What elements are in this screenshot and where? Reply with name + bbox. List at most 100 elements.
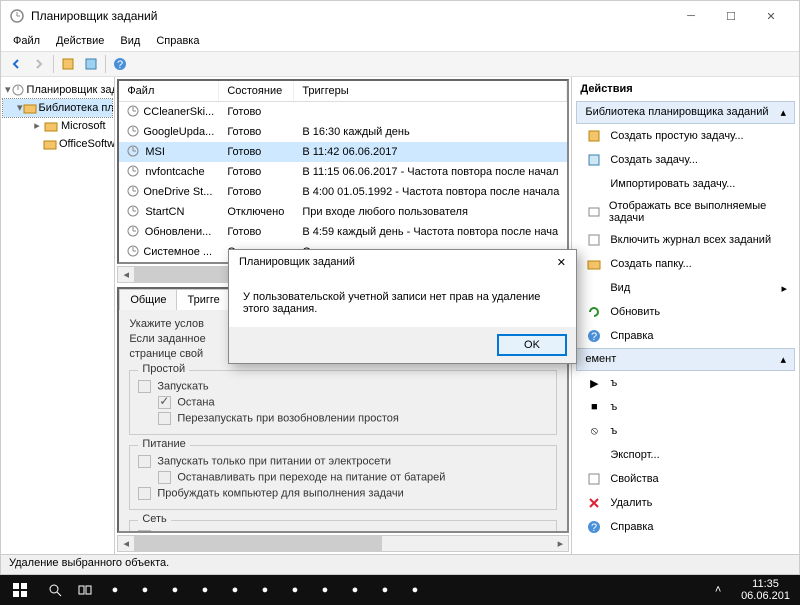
task-icon (586, 152, 602, 168)
checkbox[interactable] (138, 455, 151, 468)
task-list: Файл Состояние Триггеры CCleanerSki...Го… (117, 79, 569, 264)
clock[interactable]: 11:35 06.06.201 (733, 578, 798, 602)
ok-button[interactable]: OK (498, 335, 566, 355)
toolbar-help-icon[interactable]: ? (109, 53, 131, 75)
action-show-all[interactable]: Отображать все выполняемые задачи (576, 196, 795, 228)
collapse-icon[interactable]: ▴ (780, 106, 786, 119)
toolbar-folder-icon[interactable] (57, 53, 79, 75)
action-disable[interactable]: ⦸ъ (576, 419, 795, 443)
task-row[interactable]: Обновлени...ГотовоВ 4:59 каждый день - Ч… (119, 222, 567, 242)
clock-icon (127, 145, 141, 159)
chevron-right-icon: ▸ (781, 282, 787, 295)
group-simple: Простой Запускать Остана Перезапускать п… (129, 364, 557, 435)
menu-view[interactable]: Вид (112, 33, 148, 49)
action-properties[interactable]: Свойства (576, 467, 795, 491)
maximize-button[interactable]: ☐ (711, 2, 751, 30)
tree-microsoft[interactable]: ▸ Microsoft (3, 117, 112, 135)
h-scrollbar-2[interactable]: ◂ ▸ (117, 535, 569, 552)
checkbox[interactable] (158, 412, 171, 425)
minimize-button[interactable]: ─ (671, 2, 711, 30)
clock-icon (127, 245, 139, 259)
tab-triggers[interactable]: Тригге (176, 289, 230, 310)
toolbar: ? (1, 51, 799, 77)
app-icon[interactable]: ● (130, 575, 160, 605)
task-row[interactable]: GoogleUpda...ГотовоВ 16:30 каждый день (119, 122, 567, 142)
menu-action[interactable]: Действие (48, 33, 112, 49)
app-icon[interactable]: ● (340, 575, 370, 605)
task-row[interactable]: nvfontcacheГотовоВ 11:15 06.06.2017 - Ча… (119, 162, 567, 182)
close-button[interactable]: ✕ (751, 2, 791, 30)
scroll-left-icon[interactable]: ◂ (118, 536, 134, 551)
app-icon[interactable]: ● (400, 575, 430, 605)
dialog-close-icon[interactable]: ✕ (557, 256, 566, 269)
svg-text:?: ? (591, 331, 597, 343)
back-button[interactable] (5, 53, 27, 75)
tab-general[interactable]: Общие (119, 289, 177, 310)
checkbox[interactable] (158, 396, 171, 409)
action-export[interactable]: Экспорт... (576, 443, 795, 467)
app-icon[interactable]: ● (160, 575, 190, 605)
action-enable-log[interactable]: Включить журнал всех заданий (576, 228, 795, 252)
taskview-icon[interactable] (70, 575, 100, 605)
tree-panel: ▾ Планировщик заданий (Лок ▾ Библиотека … (1, 77, 115, 554)
app-icon[interactable]: ● (280, 575, 310, 605)
scroll-right-icon[interactable]: ▸ (552, 536, 568, 551)
search-icon[interactable] (40, 575, 70, 605)
app-icon[interactable]: ● (190, 575, 220, 605)
checkbox[interactable] (138, 530, 151, 533)
actions-selected-header[interactable]: емент ▴ (576, 348, 795, 371)
checkbox[interactable] (138, 380, 151, 393)
checkbox[interactable] (138, 487, 151, 500)
action-help[interactable]: ?Справка (576, 324, 795, 348)
action-create-basic[interactable]: Создать простую задачу... (576, 124, 795, 148)
clock-icon (127, 185, 139, 199)
folder-icon (23, 100, 37, 116)
statusbar: Удаление выбранного объекта. (1, 554, 799, 574)
actions-header: Действия (572, 77, 799, 101)
app-icon[interactable]: ● (310, 575, 340, 605)
task-header-row: Файл Состояние Триггеры (119, 81, 567, 102)
expand-icon[interactable]: ▸ (31, 118, 43, 134)
task-row[interactable]: StartCNОтключеноПри входе любого пользов… (119, 202, 567, 222)
actions-lib-header[interactable]: Библиотека планировщика заданий ▴ (576, 101, 795, 124)
action-delete[interactable]: Удалить (576, 491, 795, 515)
tree-library[interactable]: ▾ Библиотека планировщ (3, 99, 112, 117)
action-help2[interactable]: ?Справка (576, 515, 795, 539)
action-end[interactable]: ■ъ (576, 395, 795, 419)
app-icon[interactable]: ● (220, 575, 250, 605)
collapse-icon[interactable]: ▴ (780, 353, 786, 366)
tree-office[interactable]: OfficeSoftwareProtect (3, 135, 112, 153)
help-icon: ? (586, 519, 602, 535)
task-row[interactable]: CCleanerSki...Готово (119, 102, 567, 122)
menu-file[interactable]: Файл (5, 33, 48, 49)
tray-chevron-icon[interactable]: ˄ (703, 575, 733, 605)
clock-icon (127, 205, 141, 219)
col-file[interactable]: Файл (119, 81, 219, 101)
checkbox[interactable] (158, 471, 171, 484)
toolbar-properties-icon[interactable] (80, 53, 102, 75)
action-create[interactable]: Создать задачу... (576, 148, 795, 172)
app-icon[interactable]: ● (370, 575, 400, 605)
action-create-folder[interactable]: Создать папку... (576, 252, 795, 276)
scroll-left-icon[interactable]: ◂ (118, 267, 134, 282)
group-power: Питание Запускать только при питании от … (129, 439, 557, 510)
action-run[interactable]: ▶ъ (576, 371, 795, 395)
group-network: Сеть Запускать только при подключении к … (129, 514, 557, 533)
forward-button[interactable] (28, 53, 50, 75)
start-button[interactable] (0, 575, 40, 605)
folder-icon (586, 256, 602, 272)
tree-root[interactable]: ▾ Планировщик заданий (Лок (3, 81, 112, 99)
col-triggers[interactable]: Триггеры (294, 81, 567, 101)
action-view[interactable]: Вид▸ (576, 276, 795, 300)
task-row[interactable]: MSIГотовоВ 11:42 06.06.2017 (119, 142, 567, 162)
help-icon: ? (586, 328, 602, 344)
action-refresh[interactable]: Обновить (576, 300, 795, 324)
col-state[interactable]: Состояние (219, 81, 294, 101)
app-icon[interactable]: ● (100, 575, 130, 605)
app-icon[interactable]: ● (250, 575, 280, 605)
clock-icon (127, 125, 139, 139)
task-row[interactable]: OneDrive St...ГотовоВ 4:00 01.05.1992 - … (119, 182, 567, 202)
menu-help[interactable]: Справка (148, 33, 207, 49)
action-import[interactable]: Импортировать задачу... (576, 172, 795, 196)
properties-icon (586, 471, 602, 487)
